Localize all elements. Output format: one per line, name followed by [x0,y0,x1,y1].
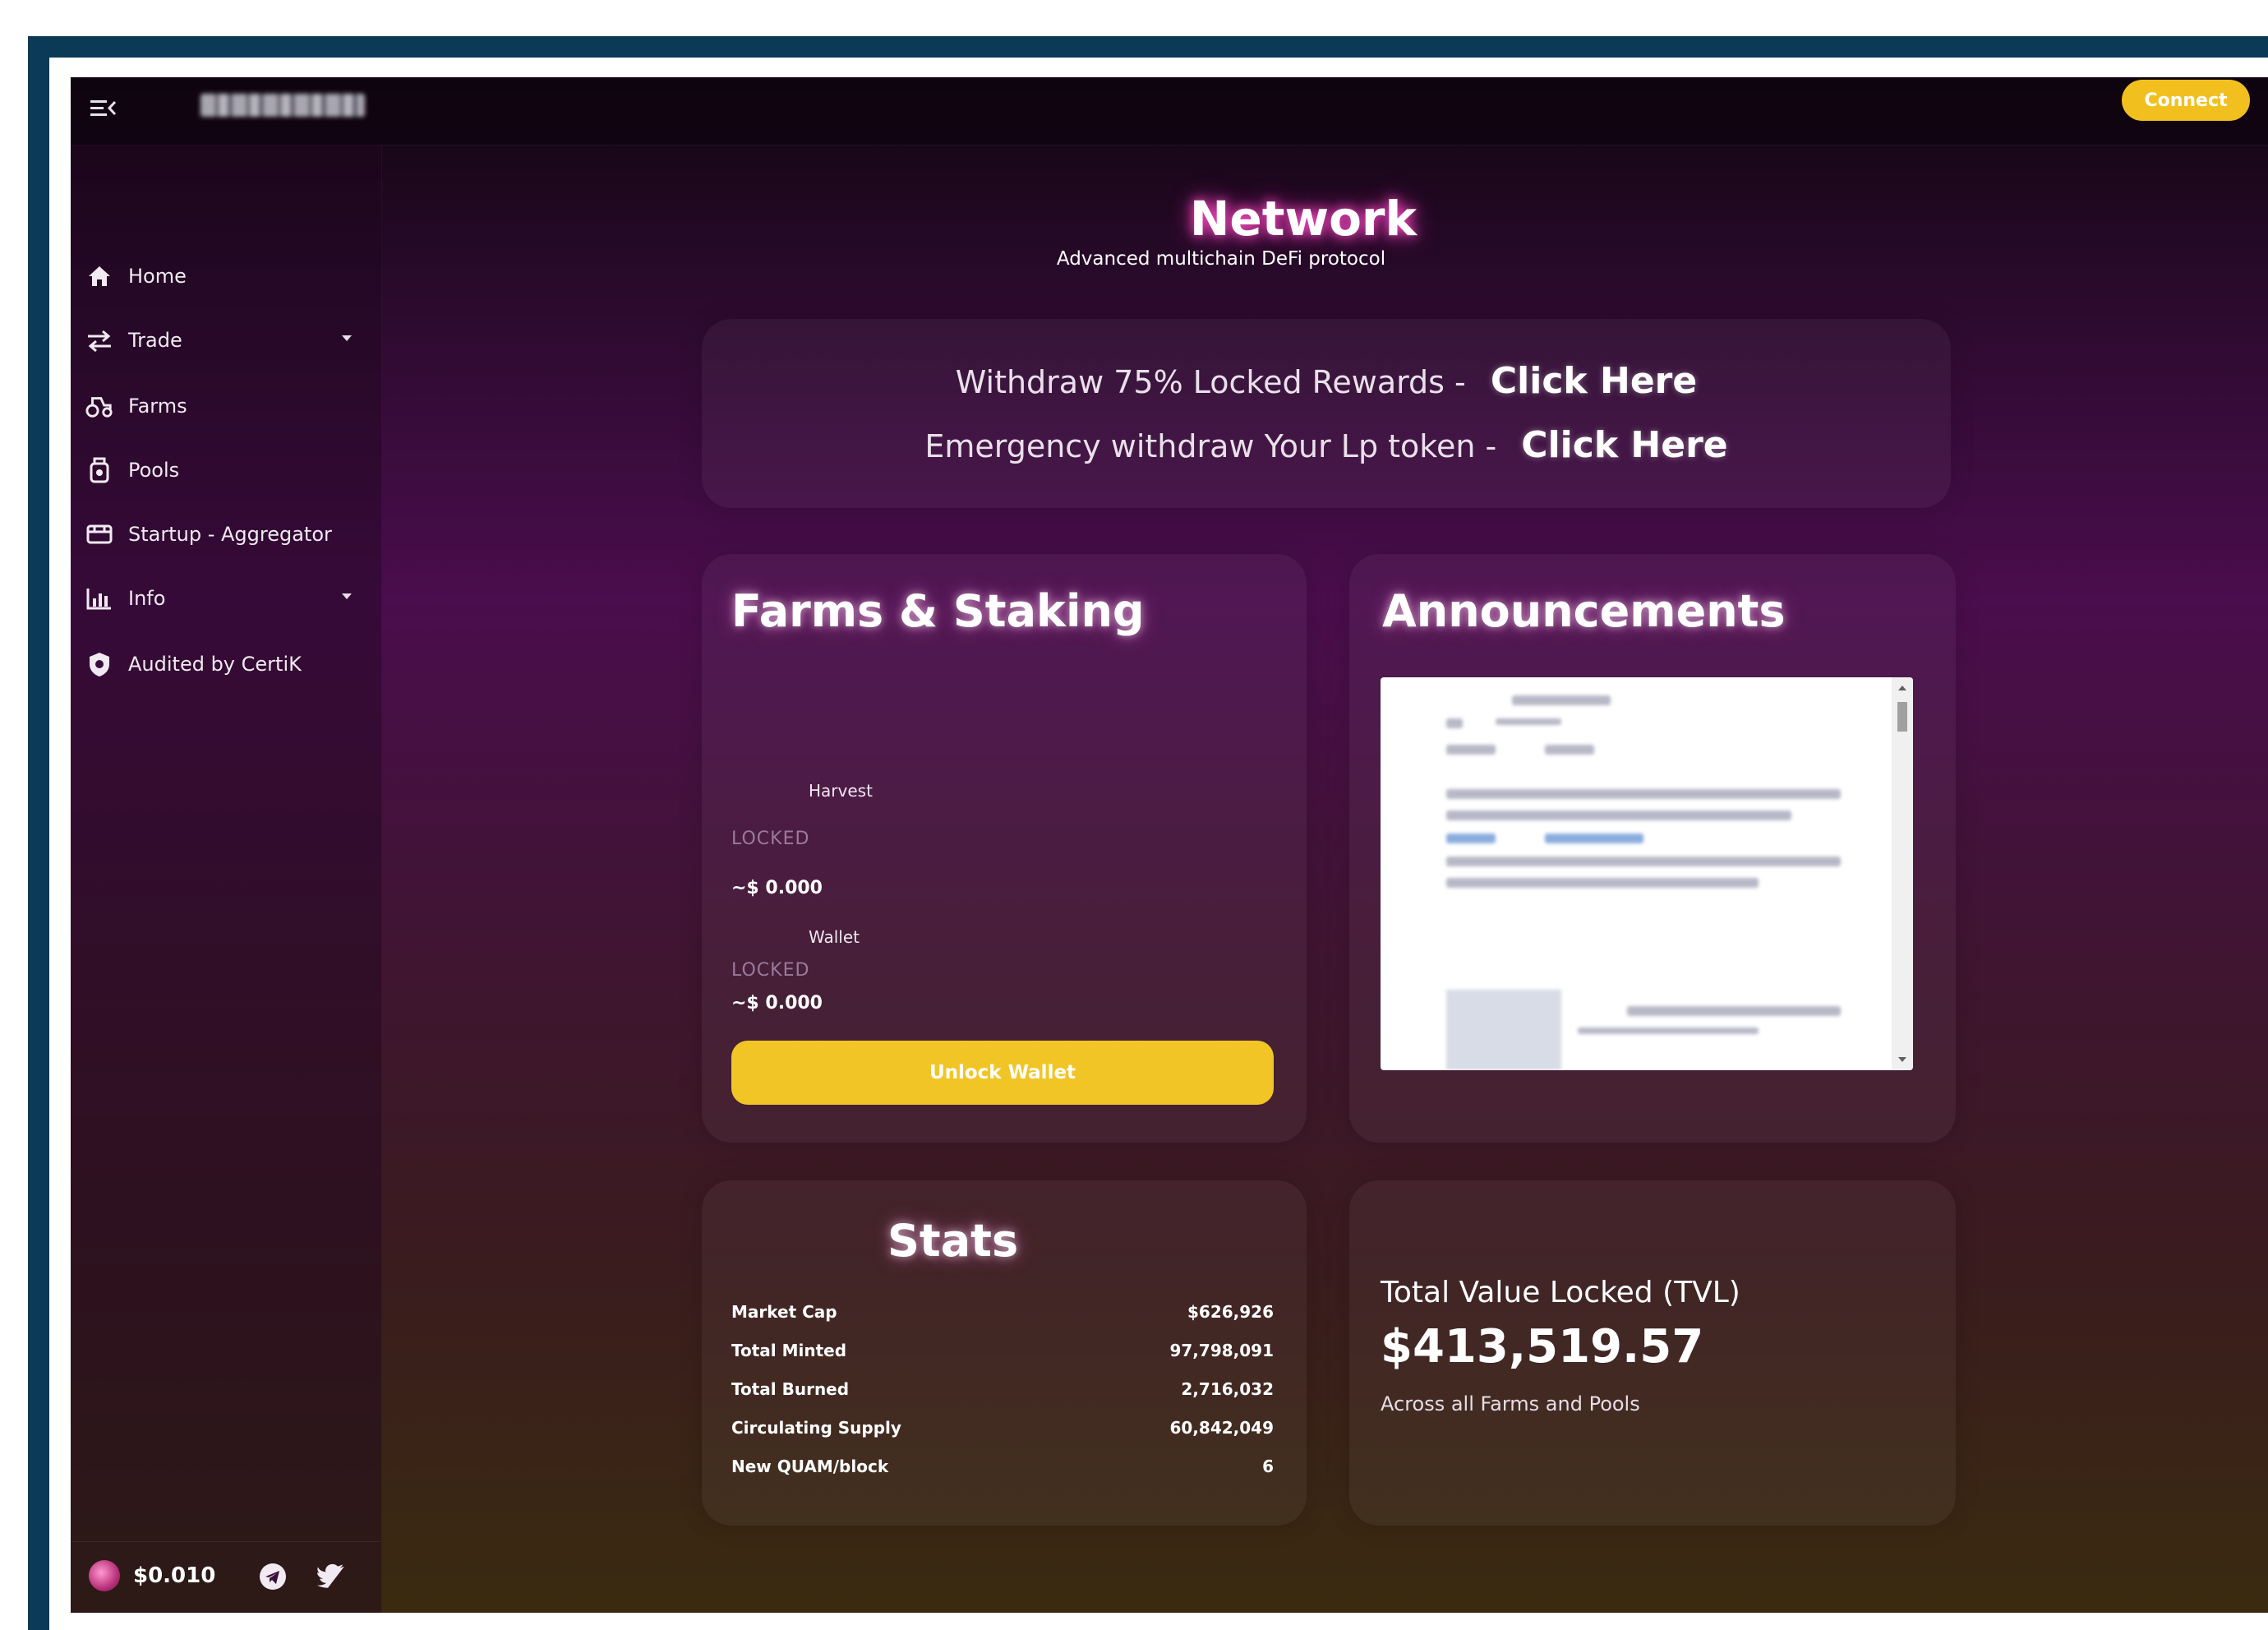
page-title: Network [1189,191,1418,247]
app-window: Connect Home Trade Farms Pools Startup -… [71,77,2268,1613]
withdraw-rewards-row: Withdraw 75% Locked Rewards - Click Here [702,360,1951,402]
tractor-icon [85,392,113,420]
connect-button[interactable]: Connect [2122,80,2250,121]
sidebar: Home Trade Farms Pools Startup - Aggrega… [71,145,382,1613]
emergency-withdraw-row: Emergency withdraw Your Lp token - Click… [702,424,1951,466]
stats-title: Stats [887,1215,1019,1267]
withdraw-notice-card: Withdraw 75% Locked Rewards - Click Here… [702,319,1951,508]
sidebar-item-info[interactable]: Info [71,575,381,621]
announcements-feed-embed[interactable] [1381,677,1913,1070]
stats-card: Stats Market Cap $626,926 Total Minted 9… [702,1180,1307,1526]
harvest-value: ~$ 0.000 [731,878,823,898]
stat-value: 2,716,032 [1181,1379,1274,1399]
stat-label: Market Cap [731,1302,837,1322]
sidebar-item-label: Trade [128,329,182,352]
announcements-title: Announcements [1382,585,1786,637]
sidebar-item-startup-aggregator[interactable]: Startup - Aggregator [71,511,381,557]
stat-row-new-per-block: New QUAM/block 6 [731,1457,1274,1483]
tvl-caption: Across all Farms and Pools [1381,1392,1640,1415]
stat-label: Total Minted [731,1341,847,1360]
sidebar-item-label: Info [128,587,166,610]
sidebar-item-pools[interactable]: Pools [71,447,381,493]
stat-value: $626,926 [1187,1302,1274,1322]
menu-collapse-icon[interactable] [87,92,120,125]
stat-label: New QUAM/block [731,1457,889,1476]
farms-staking-card: Farms & Staking Harvest LOCKED ~$ 0.000 … [702,554,1307,1143]
sidebar-item-label: Startup - Aggregator [128,523,332,546]
chevron-down-icon[interactable] [342,593,352,599]
sidebar-item-label: Pools [128,459,180,482]
chart-icon [85,584,113,612]
stat-row-market-cap: Market Cap $626,926 [731,1302,1274,1328]
wallet-label: Wallet [809,927,860,947]
swap-arrows-icon [85,326,113,354]
top-bar: Connect [71,77,2268,145]
stat-value: 97,798,091 [1169,1341,1274,1360]
twitter-icon[interactable] [317,1563,345,1590]
sidebar-item-label: Farms [128,395,187,418]
stat-row-total-minted: Total Minted 97,798,091 [731,1341,1274,1367]
wallet-value: ~$ 0.000 [731,993,823,1014]
emergency-withdraw-link[interactable]: Click Here [1521,424,1727,466]
stat-label: Circulating Supply [731,1418,901,1438]
withdraw-rewards-text: Withdraw 75% Locked Rewards - [955,364,1466,400]
emergency-withdraw-text: Emergency withdraw Your Lp token - [924,428,1497,464]
tvl-value: $413,519.57 [1381,1320,1704,1374]
harvest-label: Harvest [809,781,873,801]
sidebar-item-home[interactable]: Home [71,253,381,299]
stat-label: Total Burned [731,1379,850,1399]
pool-jar-icon [85,456,113,484]
announcements-scrollbar[interactable] [1892,677,1913,1070]
stat-value: 6 [1262,1457,1274,1476]
sidebar-footer: $0.010 [71,1541,381,1613]
sidebar-item-label: Home [128,265,187,288]
sidebar-item-certik[interactable]: Audited by CertiK [71,641,381,687]
stat-value: 60,842,049 [1169,1418,1274,1438]
startup-icon [85,520,113,548]
home-icon [85,262,113,290]
tvl-title: Total Value Locked (TVL) [1381,1276,1740,1309]
page-subtitle: Advanced multichain DeFi protocol [1056,248,1386,270]
wallet-locked-label: LOCKED [731,960,810,981]
unlock-wallet-button[interactable]: Unlock Wallet [731,1041,1274,1105]
sidebar-item-farms[interactable]: Farms [71,383,381,429]
sidebar-item-label: Audited by CertiK [128,653,302,676]
withdraw-rewards-link[interactable]: Click Here [1491,360,1697,402]
sidebar-item-trade[interactable]: Trade [71,317,381,363]
harvest-locked-label: LOCKED [731,829,810,849]
farms-staking-title: Farms & Staking [731,585,1145,637]
tvl-card: Total Value Locked (TVL) $413,519.57 Acr… [1349,1180,1956,1526]
announcements-card: Announcements [1349,554,1956,1143]
chevron-down-icon[interactable] [342,335,352,341]
stat-row-circulating-supply: Circulating Supply 60,842,049 [731,1418,1274,1444]
brand-logo[interactable] [201,94,365,117]
token-price: $0.010 [133,1563,216,1588]
shield-icon [85,650,113,678]
telegram-icon[interactable] [258,1562,288,1591]
token-logo-icon [89,1560,120,1591]
stat-row-total-burned: Total Burned 2,716,032 [731,1379,1274,1406]
